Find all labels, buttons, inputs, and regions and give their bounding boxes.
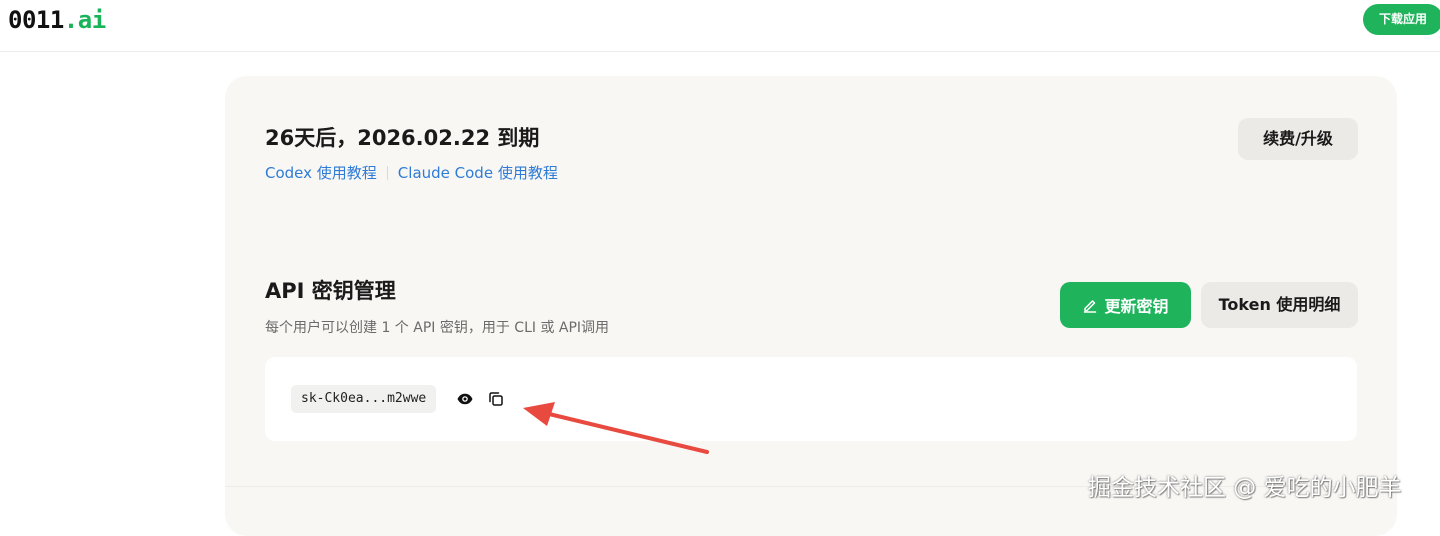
expiry-title: 26天后，2026.02.22 到期 [265,126,540,150]
pencil-icon [1084,300,1097,313]
tutorial-links: Codex 使用教程 Claude Code 使用教程 [265,162,558,183]
api-section-title: API 密钥管理 [265,279,396,303]
download-app-button[interactable]: 下载应用 [1363,4,1440,35]
logo[interactable]: 0011.ai [8,6,106,34]
update-key-label: 更新密钥 [1104,297,1169,316]
logo-text: 0011 [8,6,64,34]
api-section-description: 每个用户可以创建 1 个 API 密钥，用于 CLI 或 API调用 [265,320,610,336]
eye-icon[interactable] [456,390,474,408]
watermark: 掘金技术社区 @ 爱吃的小肥羊 [1088,475,1402,501]
link-separator [386,165,388,180]
update-key-button[interactable]: 更新密钥 [1060,282,1191,328]
annotation-arrow [523,402,709,454]
api-key-box: sk-Ck0ea...m2wwe [265,357,1357,441]
top-bar: 0011.ai 下载应用 [0,0,1440,52]
api-key-value: sk-Ck0ea...m2wwe [291,385,437,413]
copy-icon[interactable] [487,390,505,408]
renew-upgrade-button[interactable]: 续费/升级 [1238,118,1358,160]
codex-tutorial-link[interactable]: Codex 使用教程 [265,162,377,183]
claude-code-tutorial-link[interactable]: Claude Code 使用教程 [398,162,558,183]
token-usage-button[interactable]: Token 使用明细 [1201,282,1358,328]
account-card: 26天后，2026.02.22 到期 Codex 使用教程 Claude Cod… [225,76,1397,536]
logo-accent: .ai [63,6,106,34]
